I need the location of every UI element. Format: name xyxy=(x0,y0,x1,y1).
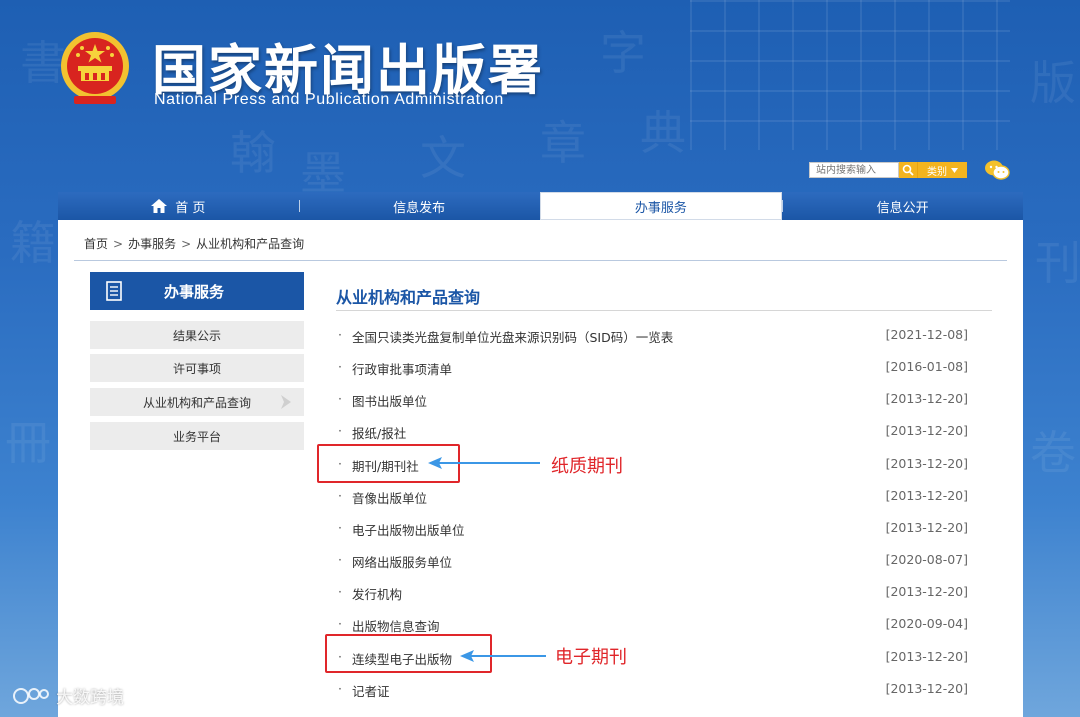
nav-home[interactable]: 首 页 xyxy=(58,192,299,220)
list-item-date: [2013-12-20] xyxy=(885,391,968,406)
list-item[interactable]: · 行政审批事项清单 [2016-01-08] xyxy=(336,358,976,378)
dropdown-arrow-icon xyxy=(951,167,958,173)
breadcrumb-separator: > xyxy=(113,237,124,251)
main-nav: 首 页 信息发布 办事服务 信息公开 xyxy=(58,192,1023,220)
nav-services[interactable]: 办事服务 xyxy=(539,192,783,220)
home-icon xyxy=(151,199,168,213)
search-icon xyxy=(902,164,914,176)
search-button[interactable] xyxy=(899,162,917,178)
category-label: 类别 xyxy=(927,166,947,178)
list-item[interactable]: · 出版物信息查询 [2020-09-04] xyxy=(336,615,976,635)
category-select[interactable]: 类别 xyxy=(917,162,967,178)
list-item-date: [2020-08-07] xyxy=(885,552,968,567)
sidebar-item-platform[interactable]: 业务平台 xyxy=(90,422,304,450)
content-title: 从业机构和产品查询 xyxy=(336,288,481,307)
sidebar-item-label: 从业机构和产品查询 xyxy=(142,395,251,410)
nav-home-label: 首 页 xyxy=(175,200,206,216)
national-emblem-icon xyxy=(61,32,129,104)
list-item-title[interactable]: 电子出版物出版单位 xyxy=(352,520,465,539)
list-item-date: [2016-01-08] xyxy=(885,359,968,374)
list-item[interactable]: · 电子出版物出版单位 [2013-12-20] xyxy=(336,519,976,539)
list-item-date: [2020-09-04] xyxy=(885,616,968,631)
watermark-logo-icon xyxy=(13,687,49,704)
list-item-date: [2013-12-20] xyxy=(885,520,968,535)
list-item-date: [2013-12-20] xyxy=(885,681,968,696)
annotation-label-e-journals: 电子期刊 xyxy=(555,647,627,668)
list-item-date: [2013-12-20] xyxy=(885,456,968,471)
list-item[interactable]: · 音像出版单位 [2013-12-20] xyxy=(336,487,976,507)
list-item[interactable]: · 图书出版单位 [2013-12-20] xyxy=(336,390,976,410)
list-bullet: · xyxy=(338,488,342,503)
watermark-text: 大数跨境 xyxy=(56,688,124,708)
breadcrumb-separator: > xyxy=(181,237,192,251)
list-item[interactable]: · 全国只读类光盘复制单位光盘来源识别码（SID码）一览表 [2021-12-0… xyxy=(336,326,976,346)
list-item-title[interactable]: 音像出版单位 xyxy=(352,488,427,507)
list-item-title[interactable]: 全国只读类光盘复制单位光盘来源识别码（SID码）一览表 xyxy=(352,327,673,346)
sidebar-title: 办事服务 xyxy=(164,282,225,301)
content-title-divider xyxy=(336,310,992,311)
list-item[interactable]: · 报纸/报社 [2013-12-20] xyxy=(336,422,976,442)
site-subtitle: National Press and Publication Administr… xyxy=(154,91,504,108)
breadcrumb-home[interactable]: 首页 xyxy=(84,237,108,251)
list-item-date: [2013-12-20] xyxy=(885,488,968,503)
breadcrumb-services[interactable]: 办事服务 xyxy=(128,237,176,251)
breadcrumb-current: 从业机构和产品查询 xyxy=(196,237,305,251)
list-bullet: · xyxy=(338,552,342,567)
sidebar-header: 办事服务 xyxy=(90,272,304,310)
list-bullet: · xyxy=(338,584,342,599)
list-bullet: · xyxy=(338,520,342,535)
chevron-right-icon xyxy=(281,395,291,409)
sidebar-item-label: 许可事项 xyxy=(172,361,221,376)
list-bullet: · xyxy=(338,359,342,374)
annotation-arrow-icon xyxy=(460,650,546,662)
list-item-title[interactable]: 行政审批事项清单 xyxy=(352,359,452,378)
nav-info-release-label: 信息发布 xyxy=(393,200,446,216)
wechat-icon[interactable] xyxy=(984,159,1010,181)
sidebar-item-institution-query[interactable]: 从业机构和产品查询 xyxy=(90,388,304,416)
breadcrumb-divider xyxy=(74,260,1007,261)
list-bullet: · xyxy=(338,616,342,631)
sidebar-item-label: 结果公示 xyxy=(172,328,221,343)
list-item[interactable]: · 发行机构 [2013-12-20] xyxy=(336,583,976,603)
list-bullet: · xyxy=(338,327,342,342)
list-item-title[interactable]: 发行机构 xyxy=(352,584,402,603)
list-item[interactable]: · 记者证 [2013-12-20] xyxy=(336,680,976,700)
list-bullet: · xyxy=(338,681,342,696)
list-item-date: [2013-12-20] xyxy=(885,649,968,664)
annotation-arrow-icon xyxy=(428,457,540,469)
watermark: 大数跨境 xyxy=(12,683,124,708)
list-item[interactable]: · 网络出版服务单位 [2020-08-07] xyxy=(336,551,976,571)
nav-info-disclosure-label: 信息公开 xyxy=(876,200,929,216)
list-bullet: · xyxy=(338,391,342,406)
list-item-date: [2013-12-20] xyxy=(885,423,968,438)
sidebar-item-licensing[interactable]: 许可事项 xyxy=(90,354,304,382)
list-item-title[interactable]: 出版物信息查询 xyxy=(352,616,440,635)
list-item-date: [2013-12-20] xyxy=(885,584,968,599)
nav-info-release[interactable]: 信息发布 xyxy=(298,192,540,220)
nav-info-disclosure[interactable]: 信息公开 xyxy=(782,192,1023,220)
document-icon xyxy=(106,281,122,301)
sidebar-item-results[interactable]: 结果公示 xyxy=(90,321,304,349)
annotation-label-print-journals: 纸质期刊 xyxy=(551,456,623,477)
breadcrumb: 首页 > 办事服务 > 从业机构和产品查询 xyxy=(84,235,308,252)
list-item-date: [2021-12-08] xyxy=(885,327,968,342)
list-bullet: · xyxy=(338,423,342,438)
list-item-title[interactable]: 图书出版单位 xyxy=(352,391,427,410)
search-input[interactable] xyxy=(809,162,899,178)
sidebar-item-label: 业务平台 xyxy=(172,429,221,444)
list-item-title[interactable]: 网络出版服务单位 xyxy=(352,552,452,571)
nav-services-label: 办事服务 xyxy=(634,200,687,216)
list-item-title[interactable]: 记者证 xyxy=(352,681,390,700)
list-item-title[interactable]: 报纸/报社 xyxy=(352,423,406,442)
